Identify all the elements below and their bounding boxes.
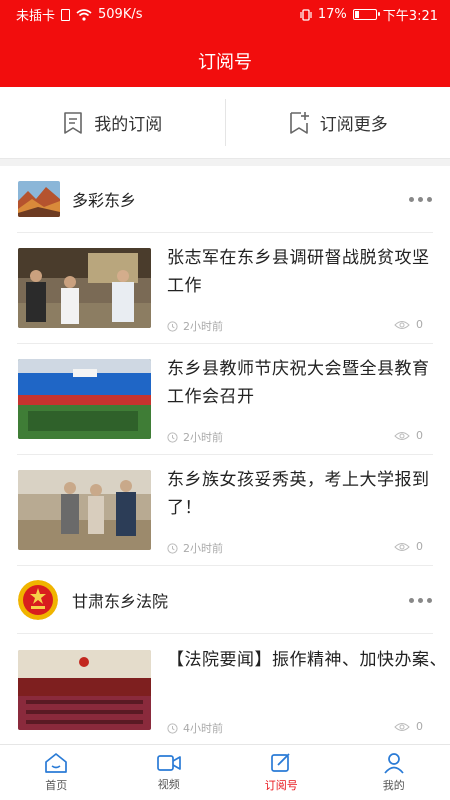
- home-icon: [45, 753, 68, 773]
- section-gap: [0, 159, 450, 166]
- video-icon: [156, 755, 181, 771]
- clock-icon: [167, 431, 178, 443]
- subscribe-icon: [271, 753, 290, 772]
- article-views: 0: [416, 429, 423, 442]
- divider: [17, 343, 433, 344]
- battery-icon: [352, 9, 380, 20]
- status-bar: 未插卡 509K/s 17% 下午3:21: [0, 0, 450, 26]
- article-meta: 4小时前 0: [167, 720, 423, 735]
- eye-icon: [394, 431, 410, 440]
- page-title: 订阅号: [198, 52, 252, 73]
- article-time: 4小时前: [183, 722, 223, 735]
- article-thumbnail: [18, 470, 151, 550]
- channel-header[interactable]: 多彩东乡: [0, 166, 450, 232]
- my-subscriptions-button[interactable]: 我的订阅: [0, 87, 225, 158]
- article-item[interactable]: 东乡县教师节庆祝大会暨全县教育工作会召开 2小时前 0: [0, 345, 450, 455]
- tab-video[interactable]: 视频: [113, 745, 226, 800]
- article-thumbnail: [18, 359, 151, 439]
- network-speed: 509K/s: [98, 7, 143, 22]
- wifi-icon: [76, 8, 92, 21]
- article-meta: 2小时前 0: [167, 318, 423, 333]
- app-header: 未插卡 509K/s 17% 下午3:21 订阅号: [0, 0, 450, 87]
- article-meta: 2小时前 0: [167, 540, 423, 555]
- article-title: 【法院要闻】振作精神、加快办案、攻坚克难，圆满完...: [167, 650, 435, 670]
- carrier-text: 未插卡: [16, 9, 56, 24]
- article-views: 0: [416, 720, 423, 733]
- article-thumbnail: [18, 650, 151, 730]
- bottom-nav: 首页 视频 订阅号 我的: [0, 744, 450, 800]
- my-subscriptions-label: 我的订阅: [94, 115, 163, 135]
- article-views: 0: [416, 540, 423, 553]
- vibrate-icon: [300, 8, 312, 21]
- article-item[interactable]: 【法院要闻】振作精神、加快办案、攻坚克难，圆满完... 4小时前 0: [0, 636, 450, 746]
- channel-name: 多彩东乡: [72, 191, 137, 210]
- channel-name: 甘肃东乡法院: [72, 592, 169, 611]
- article-meta: 2小时前 0: [167, 429, 423, 444]
- eye-icon: [394, 542, 410, 551]
- article-time: 2小时前: [183, 542, 223, 555]
- article-time: 2小时前: [183, 320, 223, 333]
- court-emblem-icon: [18, 580, 58, 620]
- bookmark-add-icon: [289, 111, 309, 134]
- tab-subscriptions[interactable]: 订阅号: [225, 745, 338, 800]
- channel-header[interactable]: 甘肃东乡法院: [0, 567, 450, 633]
- article-views: 0: [416, 318, 423, 331]
- clock: 下午3:21: [382, 9, 438, 24]
- eye-icon: [394, 320, 410, 329]
- eye-icon: [394, 722, 410, 731]
- divider: [17, 565, 433, 566]
- article-item[interactable]: 东乡族女孩妥秀英，考上大学报到了！ 2小时前 0: [0, 456, 450, 566]
- article-title: 东乡族女孩妥秀英，考上大学报到了！: [167, 470, 430, 518]
- tab-label: 我的: [382, 779, 405, 792]
- divider: [17, 633, 433, 634]
- tab-label: 订阅号: [264, 779, 298, 792]
- clock-icon: [167, 320, 178, 332]
- article-title: 东乡县教师节庆祝大会暨全县教育工作会召开: [167, 359, 430, 407]
- article-title: 张志军在东乡县调研督战脱贫攻坚工作: [167, 248, 430, 296]
- subscribe-more-label: 订阅更多: [319, 115, 388, 135]
- divider: [17, 454, 433, 455]
- divider: [17, 232, 433, 233]
- more-options-button[interactable]: [409, 597, 432, 603]
- tab-profile[interactable]: 我的: [338, 745, 450, 800]
- channel-logo: [18, 181, 60, 217]
- article-item[interactable]: 张志军在东乡县调研督战脱贫攻坚工作 2小时前 0: [0, 234, 450, 344]
- more-options-button[interactable]: [409, 196, 432, 202]
- sim-icon: [61, 8, 71, 21]
- battery-percent: 17%: [317, 7, 347, 22]
- subscription-bar: 我的订阅 订阅更多: [0, 87, 450, 159]
- profile-icon: [384, 753, 404, 774]
- tab-home[interactable]: 首页: [0, 745, 113, 800]
- clock-icon: [167, 542, 178, 554]
- tab-label: 首页: [45, 779, 68, 792]
- article-thumbnail: [18, 248, 151, 328]
- tab-label: 视频: [157, 778, 180, 791]
- article-time: 2小时前: [183, 431, 223, 444]
- clock-icon: [167, 722, 178, 734]
- subscription-list-icon: [64, 111, 83, 134]
- subscribe-more-button[interactable]: 订阅更多: [226, 87, 450, 158]
